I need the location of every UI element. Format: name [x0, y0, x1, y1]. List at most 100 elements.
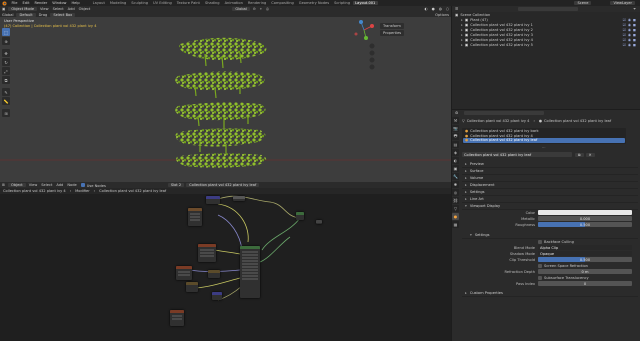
sidebar-tab-properties[interactable]: Properties	[380, 30, 405, 36]
eye-icon[interactable]: ◉	[628, 33, 631, 37]
tab-layout[interactable]: Layout	[90, 1, 107, 5]
camera-icon[interactable]: ◼	[633, 38, 636, 42]
node-normal-map[interactable]	[212, 292, 222, 300]
view-layer-selector[interactable]: ViewLayer	[610, 1, 635, 5]
menu-window[interactable]: Window	[50, 1, 69, 5]
metallic-field[interactable]: 0.000	[538, 216, 632, 221]
node-texture-coordinate[interactable]	[188, 208, 202, 226]
eye-icon[interactable]: ◉	[628, 38, 631, 42]
blend-mode-select[interactable]: Alpha Clip	[538, 245, 632, 250]
section-displacement[interactable]: ▸ Displacement	[462, 182, 638, 189]
section-line-art[interactable]: ▸ Line Art	[462, 196, 638, 203]
expand-arrow-icon[interactable]: ▸	[461, 38, 463, 42]
data-tab-icon[interactable]: ▽	[452, 205, 459, 212]
material-unlink-button[interactable]: ✕	[585, 152, 595, 157]
tab-animation[interactable]: Animation	[222, 1, 245, 5]
expand-arrow-icon[interactable]: ▸	[461, 28, 463, 32]
blender-logo-icon[interactable]	[2, 1, 7, 6]
tab-rendering[interactable]: Rendering	[245, 1, 268, 5]
particles-tab-icon[interactable]: ✺	[452, 181, 459, 188]
color-swatch[interactable]	[538, 210, 632, 215]
sidebar-tab-transform[interactable]: Transform	[380, 23, 405, 29]
expand-arrow-icon[interactable]: ▸	[461, 23, 463, 27]
node-output-small[interactable]	[316, 220, 322, 224]
include-checkbox-icon[interactable]: ☑	[623, 18, 626, 22]
eye-icon[interactable]: ◉	[628, 28, 631, 32]
section-surface[interactable]: ▸ Surface	[462, 168, 638, 175]
sss-checkbox[interactable]	[538, 275, 542, 280]
settings-subpanel-header[interactable]: ▾ Settings	[462, 232, 638, 239]
view-layer-tab-icon[interactable]: ▤	[452, 141, 459, 148]
material-slot[interactable]: ● Collection plant vol 432 plant ivy leaf	[463, 138, 625, 143]
scene-tab-icon[interactable]: ◈	[452, 149, 459, 156]
eye-icon[interactable]: ◉	[628, 18, 631, 22]
menu-edit[interactable]: Edit	[20, 1, 32, 5]
include-checkbox-icon[interactable]: ☑	[623, 33, 626, 37]
section-viewport-display[interactable]: ▾ Viewport Display	[462, 203, 638, 210]
render-tab-icon[interactable]: 📷	[452, 125, 459, 132]
node-reroute[interactable]	[296, 212, 304, 220]
modifier-tab-icon[interactable]: 🔧	[452, 173, 459, 180]
properties-editor[interactable]: ⚙ ⚒ 📷 🖶 ▤ ◈ ◐ ▣ 🔧 ✺ ◎ ⛓ ▽ ● ▦ ▽ Collection plant vol …	[452, 110, 640, 341]
tool-tab-icon[interactable]: ⚒	[452, 117, 459, 124]
shadow-mode-select[interactable]: Opaque	[538, 251, 632, 256]
custom-properties-header[interactable]: ▸ Custom Properties	[462, 290, 638, 297]
tab-modeling[interactable]: Modeling	[107, 1, 128, 5]
node-principled-bsdf[interactable]	[240, 246, 260, 298]
camera-icon[interactable]: ◼	[633, 33, 636, 37]
navigation-gizmo[interactable]	[354, 20, 375, 40]
outliner[interactable]: ☰ ⏷ ▣ Scene Collection ▸ ▣ Plant (47) ☑ ◉ ◼ ▸ ▣…	[452, 6, 640, 109]
tab-layout-001[interactable]: Layout.001	[352, 1, 378, 5]
eye-icon[interactable]: ◉	[628, 23, 631, 27]
viewport-nav-buttons[interactable]	[369, 43, 375, 70]
camera-icon[interactable]: ◼	[633, 23, 636, 27]
refraction-depth-field[interactable]: 0 m	[538, 269, 632, 274]
outliner-type-icon[interactable]: ☰	[455, 7, 458, 11]
outliner-search[interactable]	[518, 7, 579, 11]
roughness-field[interactable]: 0.500	[538, 222, 632, 227]
tab-compositing[interactable]: Compositing	[269, 1, 297, 5]
camera-icon[interactable]: ◼	[633, 28, 636, 32]
section-volume[interactable]: ▸ Volume	[462, 175, 638, 182]
properties-search[interactable]	[464, 111, 545, 115]
tab-scripting[interactable]: Scripting	[332, 1, 353, 5]
camera-icon[interactable]: ◼	[633, 18, 636, 22]
node-editor[interactable]: ⊞ Object View Select Add Node Use Nodes Slo…	[0, 182, 451, 341]
properties-type-icon[interactable]: ⚙	[455, 111, 458, 115]
tab-texture-paint[interactable]: Texture Paint	[174, 1, 202, 5]
menu-file[interactable]: File	[9, 1, 20, 5]
tab-geometry-nodes[interactable]: Geometry Nodes	[296, 1, 331, 5]
scene-selector[interactable]: Scene	[574, 1, 592, 5]
world-tab-icon[interactable]: ◐	[452, 157, 459, 164]
node-image-texture-2[interactable]	[176, 266, 192, 280]
node-value[interactable]	[233, 196, 245, 201]
section-settings[interactable]: ▸ Settings	[462, 189, 638, 196]
include-checkbox-icon[interactable]: ☑	[623, 28, 626, 32]
section-preview[interactable]: ▸ Preview	[462, 161, 638, 168]
list-resize-handle[interactable]: ⋯	[542, 146, 546, 150]
node-color-ramp[interactable]	[208, 270, 220, 278]
physics-tab-icon[interactable]: ◎	[452, 189, 459, 196]
pass-index-field[interactable]: 0	[538, 281, 632, 286]
include-checkbox-icon[interactable]: ☑	[623, 38, 626, 42]
filter-icon[interactable]: ⏷	[633, 7, 640, 11]
tab-shading[interactable]: Shading	[202, 1, 222, 5]
3d-viewport[interactable]: ▣ Object Mode View Select Add Object Global…	[0, 6, 451, 182]
material-name-field[interactable]: Collection plant vol 432 plant ivy leaf	[462, 152, 572, 157]
tab-sculpting[interactable]: Sculpting	[129, 1, 151, 5]
object-tab-icon[interactable]: ▣	[452, 165, 459, 172]
constraints-tab-icon[interactable]: ⛓	[452, 197, 459, 204]
include-checkbox-icon[interactable]: ☑	[623, 43, 626, 47]
node-image-texture-1[interactable]	[198, 244, 216, 262]
node-mapping[interactable]	[206, 196, 220, 204]
backface-culling-checkbox[interactable]	[538, 239, 542, 244]
node-hue-saturation[interactable]	[186, 282, 198, 292]
texture-tab-icon[interactable]: ▦	[452, 221, 459, 228]
expand-arrow-icon[interactable]: ▸	[461, 33, 463, 37]
ssr-checkbox[interactable]	[538, 263, 542, 268]
eye-icon[interactable]: ◉	[628, 43, 631, 47]
material-copy-button[interactable]: ⧉	[575, 152, 584, 157]
expand-arrow-icon[interactable]: ▸	[461, 18, 463, 22]
tab-uv-editing[interactable]: UV Editing	[151, 1, 175, 5]
menu-help[interactable]: Help	[69, 1, 82, 5]
